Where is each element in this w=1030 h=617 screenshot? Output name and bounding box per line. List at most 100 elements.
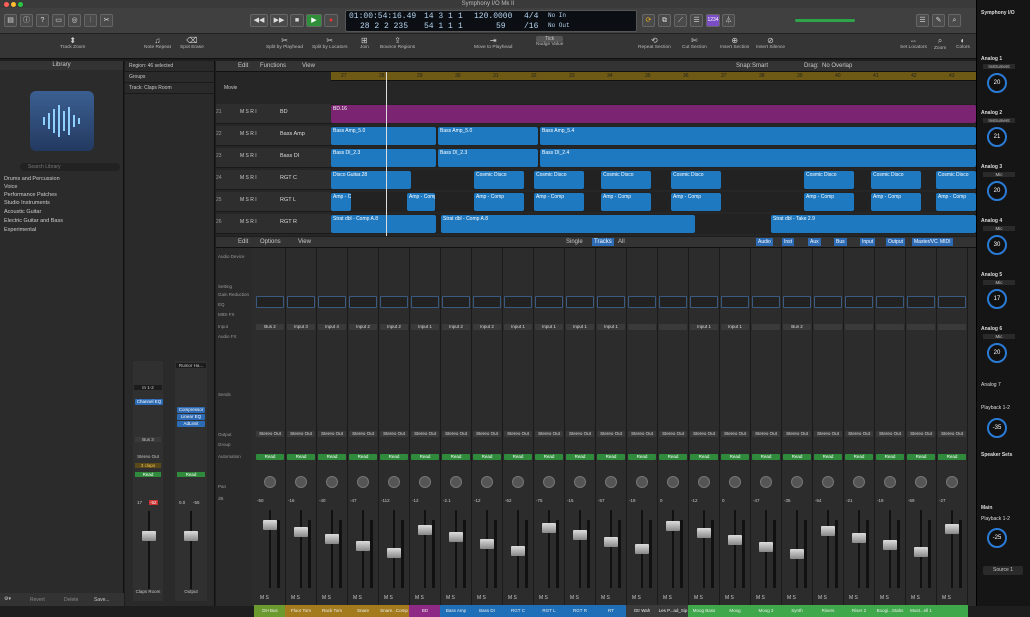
strip-eq[interactable]	[845, 296, 873, 308]
inspector-plugin[interactable]: Channel EQ	[135, 399, 163, 405]
mixer-filter-inst[interactable]: Inst	[782, 238, 795, 246]
strip-output[interactable]: Stereo Out	[380, 431, 408, 437]
close-icon[interactable]	[4, 1, 9, 7]
region[interactable]: Strat dbl - Take 2.9	[771, 215, 976, 233]
playhead[interactable]	[386, 72, 387, 236]
count-in-icon[interactable]: 1234	[706, 14, 720, 27]
list-editors-icon[interactable]: ☰	[916, 14, 929, 27]
strip-eq[interactable]	[318, 296, 346, 308]
region[interactable]: Cosmic Disco	[671, 171, 721, 189]
strip-output[interactable]: Stereo Out	[907, 431, 935, 437]
inspector-output[interactable]: Stereo Out	[135, 454, 161, 459]
volume-fader[interactable]	[599, 510, 623, 590]
tracks-menu-view[interactable]: View	[302, 63, 315, 69]
pan-knob[interactable]	[760, 476, 772, 488]
strip-eq[interactable]	[535, 296, 563, 308]
region[interactable]: Bass Amp_5.4	[540, 127, 976, 145]
track-header[interactable]: 22 M S R I Bass Amp	[216, 126, 331, 146]
volume-fader[interactable]	[661, 510, 685, 590]
pan-knob[interactable]	[884, 476, 896, 488]
inspector-groups[interactable]: Groups	[125, 72, 214, 83]
strip-output[interactable]: Stereo Out	[876, 431, 904, 437]
region[interactable]: Strat dbl - Comp A.8	[331, 215, 436, 233]
io-gain-knob[interactable]: 20	[987, 181, 1007, 201]
io-channel-type[interactable]: Mic	[983, 172, 1015, 177]
region[interactable]: Bass Amp_5.0	[438, 127, 538, 145]
record-button[interactable]: ●	[324, 14, 338, 27]
save-button[interactable]: Save...	[94, 597, 110, 603]
strip-input[interactable]	[876, 324, 904, 330]
main-knob[interactable]: -25	[987, 528, 1007, 548]
strip-input[interactable]: Input 1	[690, 324, 718, 330]
inspector-icon[interactable]: ⓘ	[20, 14, 33, 27]
strip-input[interactable]	[814, 324, 842, 330]
pan-knob[interactable]	[574, 476, 586, 488]
minimize-icon[interactable]	[11, 1, 16, 7]
strip-automation[interactable]: Read	[690, 454, 718, 460]
strip-eq[interactable]	[721, 296, 749, 308]
pan-knob[interactable]	[667, 476, 679, 488]
region[interactable]: Amp - Comp	[407, 193, 435, 211]
library-item[interactable]: Voice	[4, 184, 17, 190]
strip-output[interactable]: Stereo Out	[814, 431, 842, 437]
strip-input[interactable]: Bus 2	[256, 324, 284, 330]
strip-automation[interactable]: Read	[938, 454, 966, 460]
inspector-output-fader[interactable]	[179, 511, 203, 589]
tool-zoom[interactable]: ⌕ Zoom	[934, 36, 946, 51]
volume-fader[interactable]	[847, 510, 871, 590]
inspector-track[interactable]: Track: Claps Room	[125, 83, 214, 94]
tool-colors[interactable]: ◐ Colors	[956, 36, 970, 50]
strip-eq[interactable]	[442, 296, 470, 308]
inspector-region[interactable]: Region: 46 selected	[125, 61, 214, 72]
strip-output[interactable]: Stereo Out	[318, 431, 346, 437]
volume-fader[interactable]	[475, 510, 499, 590]
strip-input[interactable]	[659, 324, 687, 330]
strip-input[interactable]: Input 3	[287, 324, 315, 330]
tool-move-playhead[interactable]: ⇥ Move to Playhead	[474, 36, 512, 50]
strip-automation[interactable]: Read	[504, 454, 532, 460]
strip-automation[interactable]: Read	[814, 454, 842, 460]
io-gain-knob[interactable]: 17	[987, 289, 1007, 309]
strip-automation[interactable]: Read	[783, 454, 811, 460]
stop-button[interactable]: ■	[290, 14, 304, 27]
strip-automation[interactable]: Read	[318, 454, 346, 460]
strip-output[interactable]: Stereo Out	[721, 431, 749, 437]
library-search-input[interactable]: Search Library	[20, 163, 120, 171]
io-channel-type[interactable]: Mic	[983, 280, 1015, 285]
inspector-automation[interactable]: Read	[135, 472, 161, 477]
mute-solo-buttons[interactable]: M S	[353, 595, 362, 601]
strip-eq[interactable]	[380, 296, 408, 308]
strip-input[interactable]: Input 1	[411, 324, 439, 330]
volume-fader[interactable]	[351, 510, 375, 590]
replace-icon[interactable]: ⧉	[658, 14, 671, 27]
mute-solo-buttons[interactable]: M S	[446, 595, 455, 601]
volume-fader[interactable]	[320, 510, 344, 590]
region[interactable]: Cosmic Disco	[804, 171, 854, 189]
library-item[interactable]: Electric Guitar and Bass	[4, 218, 63, 224]
tool-join[interactable]: ⊞ Join	[360, 36, 369, 50]
track-header[interactable]: 24 M S R I RGT C	[216, 170, 331, 190]
strip-output[interactable]: Stereo Out	[597, 431, 625, 437]
strip-automation[interactable]: Read	[752, 454, 780, 460]
pan-knob[interactable]	[605, 476, 617, 488]
tool-track-zoom[interactable]: ⬍ Track Zoom	[60, 36, 85, 50]
editors-icon[interactable]: ✂	[100, 14, 113, 27]
strip-input[interactable]: Input 2	[442, 324, 470, 330]
forward-button[interactable]: ▶▶	[270, 14, 288, 27]
strip-automation[interactable]: Read	[876, 454, 904, 460]
mute-solo-buttons[interactable]: M S	[725, 595, 734, 601]
pan-knob[interactable]	[357, 476, 369, 488]
tool-nudge[interactable]: Tick Nudge Value	[536, 36, 564, 47]
volume-fader[interactable]	[785, 510, 809, 590]
tool-note-repeat[interactable]: ♫ Note Repeat	[144, 36, 171, 50]
strip-output[interactable]: Stereo Out	[473, 431, 501, 437]
mute-solo-buttons[interactable]: M S	[663, 595, 672, 601]
mute-solo-buttons[interactable]: M S	[911, 595, 920, 601]
strip-automation[interactable]: Read	[566, 454, 594, 460]
quick-help-icon[interactable]: ?	[36, 14, 49, 27]
io-channel-type[interactable]: Mic	[983, 334, 1015, 339]
library-item[interactable]: Performance Patches	[4, 192, 57, 198]
source-button[interactable]: Source 1	[983, 566, 1023, 575]
track-header[interactable]: 21 M S R I BD	[216, 104, 331, 124]
master-volume-slider[interactable]	[795, 19, 855, 22]
